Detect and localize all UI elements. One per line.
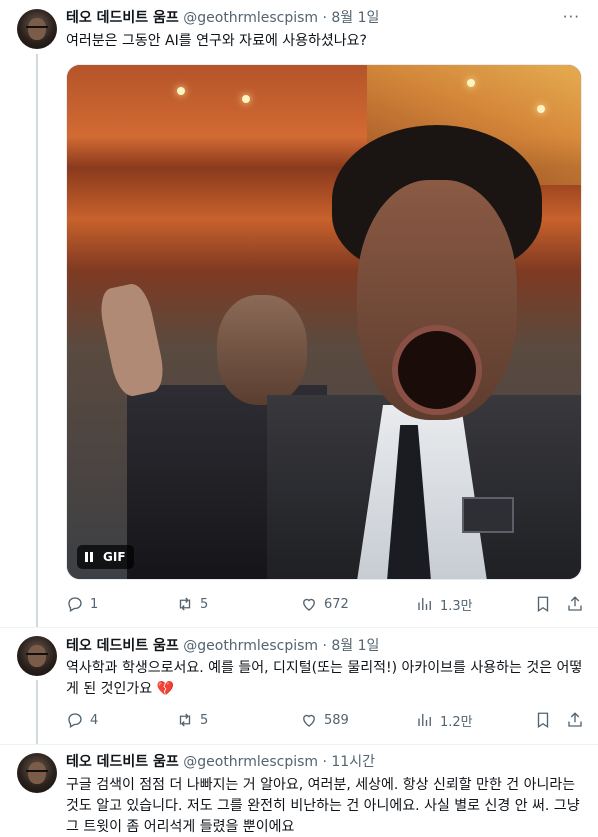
retweet-count: 5 bbox=[200, 596, 209, 612]
like-count: 589 bbox=[324, 712, 349, 728]
thread-line bbox=[36, 54, 38, 627]
tweet-header: 테오 데드비트 움프 @geothrmlescpism · 11시간 bbox=[66, 753, 375, 771]
timestamp[interactable]: 8월 1일 bbox=[331, 10, 379, 26]
tweet-header: 테오 데드비트 움프 @geothrmlescpism · 8월 1일 bbox=[66, 637, 379, 655]
author-name[interactable]: 테오 데드비트 움프 bbox=[66, 10, 179, 26]
bookmark-button[interactable] bbox=[534, 710, 552, 730]
author-handle[interactable]: @geothrmlescpism bbox=[183, 10, 318, 26]
separator: · bbox=[322, 754, 327, 770]
author-name[interactable]: 테오 데드비트 움프 bbox=[66, 754, 179, 770]
views-icon bbox=[416, 711, 434, 729]
gif-label: GIF bbox=[103, 550, 126, 564]
share-icon bbox=[566, 595, 584, 613]
pause-icon[interactable] bbox=[85, 552, 93, 562]
bookmark-button[interactable] bbox=[534, 594, 552, 614]
retweet-button[interactable]: 5 bbox=[176, 594, 208, 614]
separator: · bbox=[322, 10, 327, 26]
retweet-icon bbox=[176, 711, 194, 729]
share-icon bbox=[566, 711, 584, 729]
like-count: 672 bbox=[324, 596, 349, 612]
share-button[interactable] bbox=[566, 594, 584, 614]
reply-icon bbox=[66, 711, 84, 729]
reply-button[interactable]: 4 bbox=[66, 710, 98, 730]
author-handle[interactable]: @geothrmlescpism bbox=[183, 754, 318, 770]
reply-count: 4 bbox=[90, 712, 99, 728]
timestamp[interactable]: 11시간 bbox=[331, 754, 375, 770]
reply-button[interactable]: 1 bbox=[66, 594, 98, 614]
like-icon bbox=[300, 595, 318, 613]
retweet-button[interactable]: 5 bbox=[176, 710, 208, 730]
thread-line bbox=[36, 680, 38, 744]
action-bar: 4 5 589 1.2만 bbox=[66, 710, 586, 730]
retweet-icon bbox=[176, 595, 194, 613]
tweet-text: 구글 검색이 점점 더 나빠지는 거 알아요, 여러분, 세상에. 항상 신뢰할… bbox=[66, 777, 580, 835]
tweet-1[interactable]: 테오 데드비트 움프 @geothrmlescpism · 8월 1일 ··· … bbox=[0, 0, 598, 627]
reply-count: 1 bbox=[90, 596, 99, 612]
retweet-count: 5 bbox=[200, 712, 209, 728]
tweet-header: 테오 데드비트 움프 @geothrmlescpism · 8월 1일 bbox=[66, 9, 379, 27]
tweet-3[interactable]: 테오 데드비트 움프 @geothrmlescpism · 11시간 구글 검색… bbox=[0, 745, 598, 837]
like-icon bbox=[300, 711, 318, 729]
more-icon[interactable]: ··· bbox=[563, 8, 580, 26]
tweet-text: 여러분은 그동안 AI를 연구와 자료에 사용하셨나요? bbox=[66, 33, 367, 49]
avatar[interactable] bbox=[17, 9, 57, 49]
bookmark-icon bbox=[534, 711, 552, 729]
author-name[interactable]: 테오 데드비트 움프 bbox=[66, 638, 179, 654]
reply-icon bbox=[66, 595, 84, 613]
like-button[interactable]: 589 bbox=[300, 710, 349, 730]
tweet-2[interactable]: 테오 데드비트 움프 @geothrmlescpism · 8월 1일 역사학과… bbox=[0, 628, 598, 744]
avatar[interactable] bbox=[17, 636, 57, 676]
views-count: 1.2만 bbox=[440, 714, 473, 730]
views-button[interactable]: 1.3만 bbox=[416, 594, 473, 614]
timestamp[interactable]: 8월 1일 bbox=[331, 638, 379, 654]
gif-badge[interactable]: GIF bbox=[77, 545, 134, 569]
share-button[interactable] bbox=[566, 710, 584, 730]
author-handle[interactable]: @geothrmlescpism bbox=[183, 638, 318, 654]
action-bar: 1 5 672 1.3만 bbox=[66, 594, 586, 614]
tweet-text: 역사학과 학생으로서요. 예를 들어, 디지털(또는 물리적!) 아카이브를 사… bbox=[66, 660, 583, 697]
views-icon bbox=[416, 595, 434, 613]
bookmark-icon bbox=[534, 595, 552, 613]
views-count: 1.3만 bbox=[440, 598, 473, 614]
views-button[interactable]: 1.2만 bbox=[416, 710, 473, 730]
like-button[interactable]: 672 bbox=[300, 594, 349, 614]
avatar[interactable] bbox=[17, 753, 57, 793]
separator: · bbox=[322, 638, 327, 654]
gif-media[interactable]: GIF bbox=[66, 64, 582, 580]
